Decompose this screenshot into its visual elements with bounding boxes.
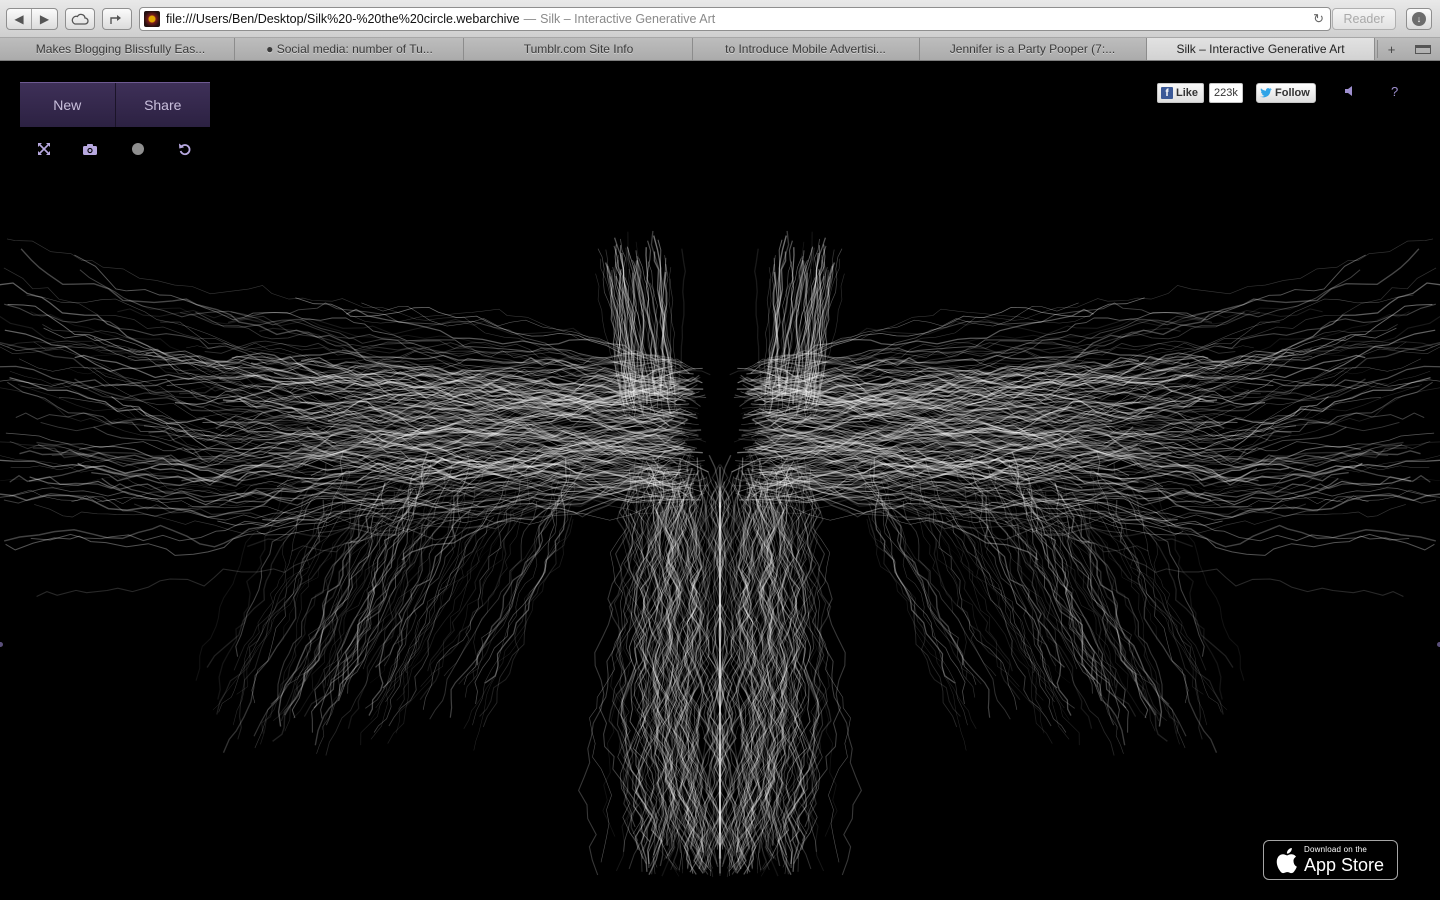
appstore-big-text: App Store bbox=[1304, 855, 1385, 875]
facebook-like-button[interactable]: f Like bbox=[1157, 83, 1205, 103]
camera-icon[interactable] bbox=[81, 140, 99, 158]
plus-icon: + bbox=[1387, 41, 1396, 57]
tab-tumblr-site-info[interactable]: Tumblr.com Site Info bbox=[465, 38, 693, 60]
icloud-tabs-button[interactable] bbox=[65, 8, 95, 30]
apple-logo-icon bbox=[1276, 848, 1297, 874]
cloud-icon bbox=[71, 13, 89, 25]
share-button[interactable] bbox=[102, 8, 132, 30]
share-drawing-button[interactable]: Share bbox=[114, 83, 211, 127]
tab-party-pooper[interactable]: Jennifer is a Party Pooper (7:... bbox=[919, 38, 1147, 60]
facebook-icon: f bbox=[1161, 87, 1173, 99]
back-forward-group: ◀ ▶ bbox=[6, 8, 58, 30]
fullscreen-icon[interactable] bbox=[35, 140, 53, 158]
site-favicon-icon bbox=[144, 11, 160, 27]
reload-icon[interactable]: ↻ bbox=[1313, 11, 1324, 27]
appstore-small-text: Download on the bbox=[1304, 845, 1368, 854]
silk-page: New Share f Like 223k Follow ? Download … bbox=[0, 62, 1440, 900]
twitter-follow-button[interactable]: Follow bbox=[1256, 83, 1316, 103]
sound-icon[interactable] bbox=[1343, 85, 1355, 100]
tab-overview-icon bbox=[1415, 44, 1431, 54]
downloads-button[interactable]: ↓ bbox=[1406, 8, 1432, 30]
new-button[interactable]: New bbox=[20, 83, 115, 127]
like-label: Like bbox=[1176, 87, 1199, 99]
follow-label: Follow bbox=[1275, 87, 1310, 99]
tab-social-media[interactable]: ● Social media: number of Tu... bbox=[236, 38, 464, 60]
silk-canvas[interactable] bbox=[0, 62, 1440, 900]
twitter-bird-icon bbox=[1260, 88, 1272, 98]
browser-toolbar: ◀ ▶ file:///Users/Ben/Desktop/Silk%20-%2… bbox=[0, 0, 1440, 38]
reader-button[interactable]: Reader bbox=[1332, 8, 1396, 30]
silk-strokes bbox=[0, 230, 1440, 878]
forward-button[interactable]: ▶ bbox=[32, 9, 57, 29]
tab-blogging[interactable]: Makes Blogging Blissfully Eas... bbox=[7, 38, 235, 60]
tab-silk[interactable]: Silk – Interactive Generative Art bbox=[1147, 38, 1375, 60]
tab-overview-button[interactable] bbox=[1409, 40, 1437, 58]
like-count: 223k bbox=[1209, 83, 1243, 103]
tab-mobile-advertising[interactable]: to Introduce Mobile Advertisi... bbox=[692, 38, 920, 60]
address-bar[interactable]: file:///Users/Ben/Desktop/Silk%20-%20the… bbox=[139, 7, 1331, 31]
tab-bar: Makes Blogging Blissfully Eas... ● Socia… bbox=[0, 38, 1440, 61]
back-arrow-icon: ◀ bbox=[14, 12, 24, 26]
forward-arrow-icon: ▶ bbox=[39, 12, 50, 26]
back-button[interactable]: ◀ bbox=[7, 9, 32, 29]
facebook-like-widget: f Like 223k bbox=[1157, 83, 1243, 103]
undo-icon[interactable] bbox=[176, 140, 194, 158]
address-separator: — bbox=[523, 12, 537, 26]
share-arrow-icon bbox=[110, 15, 121, 24]
address-url: file:///Users/Ben/Desktop/Silk%20-%20the… bbox=[166, 12, 520, 26]
new-tab-button[interactable]: + bbox=[1377, 40, 1405, 58]
help-button[interactable]: ? bbox=[1391, 84, 1398, 99]
app-store-badge[interactable]: Download on the App Store bbox=[1263, 840, 1398, 880]
address-page-title: Silk – Interactive Generative Art bbox=[540, 12, 716, 26]
download-icon: ↓ bbox=[1412, 12, 1426, 26]
silk-menu: New Share bbox=[20, 82, 210, 127]
brush-dot-icon[interactable] bbox=[129, 140, 147, 158]
